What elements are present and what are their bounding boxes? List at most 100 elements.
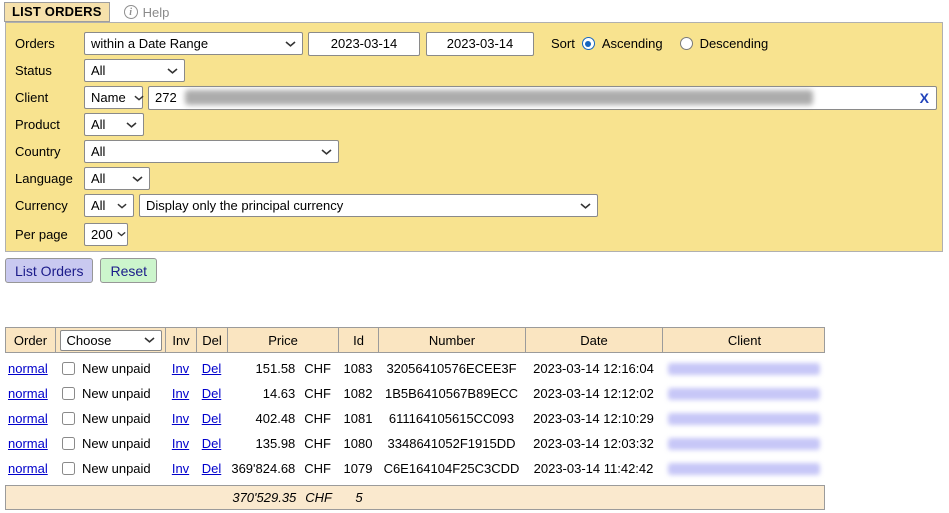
order-date: 2023-03-14 12:10:29 bbox=[533, 411, 654, 426]
row-checkbox[interactable] bbox=[62, 387, 75, 400]
chevron-down-icon bbox=[580, 203, 591, 209]
sort-descending-radio[interactable] bbox=[680, 37, 693, 50]
sort-descending-label[interactable]: Descending bbox=[700, 36, 769, 51]
bulk-action-select[interactable]: Choose bbox=[60, 330, 162, 351]
clear-client-button[interactable]: X bbox=[920, 90, 929, 106]
header-inv: Inv bbox=[166, 328, 197, 352]
client-search-input[interactable]: 272 X bbox=[148, 86, 937, 110]
date-to-input[interactable]: 2023-03-14 bbox=[426, 32, 534, 56]
chevron-down-icon bbox=[132, 176, 143, 182]
sort-ascending-radio[interactable] bbox=[582, 37, 595, 50]
client-link-redacted[interactable] bbox=[668, 463, 820, 475]
delivery-link[interactable]: Del bbox=[202, 461, 222, 476]
order-link[interactable]: normal bbox=[8, 386, 48, 401]
status-select[interactable]: All bbox=[84, 59, 185, 82]
sort-ascending-label[interactable]: Ascending bbox=[602, 36, 663, 51]
table-row: normal New unpaid Inv Del 135.98 CHF 1080… bbox=[5, 431, 825, 456]
order-date: 2023-03-14 11:42:42 bbox=[534, 461, 654, 476]
filter-row-orders: Orders within a Date Range 2023-03-14 20… bbox=[11, 30, 942, 57]
chevron-down-icon bbox=[117, 203, 127, 209]
order-link[interactable]: normal bbox=[8, 461, 48, 476]
invoice-link[interactable]: Inv bbox=[172, 461, 189, 476]
client-link-redacted[interactable] bbox=[668, 413, 820, 425]
filter-row-status: Status All bbox=[11, 57, 942, 84]
order-status: New unpaid bbox=[82, 386, 151, 401]
table-body: normal New unpaid Inv Del 151.58CHF 1083… bbox=[5, 356, 825, 481]
table-row: normal New unpaid Inv Del 151.58CHF 1083… bbox=[5, 356, 825, 381]
client-label: Client bbox=[11, 90, 84, 105]
client-mode-select[interactable]: Name bbox=[84, 86, 143, 109]
header-choose-cell: Choose bbox=[56, 328, 166, 352]
delivery-link[interactable]: Del bbox=[202, 386, 222, 401]
invoice-link[interactable]: Inv bbox=[172, 361, 189, 376]
order-id: 1080 bbox=[344, 436, 373, 451]
language-select[interactable]: All bbox=[84, 167, 150, 190]
order-number: 32056410576ECEE3F bbox=[386, 361, 516, 376]
filter-row-country: Country All bbox=[11, 138, 942, 165]
delivery-link[interactable]: Del bbox=[202, 436, 222, 451]
list-orders-button[interactable]: List Orders bbox=[5, 258, 93, 283]
order-link[interactable]: normal bbox=[8, 436, 48, 451]
info-icon: i bbox=[124, 5, 138, 19]
row-checkbox[interactable] bbox=[62, 362, 75, 375]
filter-row-client: Client Name 272 X bbox=[11, 84, 942, 111]
client-link-redacted[interactable] bbox=[668, 363, 820, 375]
delivery-link[interactable]: Del bbox=[202, 411, 222, 426]
order-id: 1079 bbox=[344, 461, 373, 476]
currency-select[interactable]: All bbox=[84, 194, 134, 217]
tab-list-orders[interactable]: LIST ORDERS bbox=[4, 2, 110, 22]
row-checkbox[interactable] bbox=[62, 437, 75, 450]
filter-row-language: Language All bbox=[11, 165, 942, 192]
chevron-down-icon bbox=[321, 149, 332, 155]
order-currency: CHF bbox=[304, 411, 331, 426]
order-date: 2023-03-14 12:12:02 bbox=[533, 386, 654, 401]
row-checkbox[interactable] bbox=[62, 412, 75, 425]
currency-label: Currency bbox=[11, 198, 84, 213]
client-link-redacted[interactable] bbox=[668, 438, 820, 450]
invoice-link[interactable]: Inv bbox=[172, 411, 189, 426]
order-currency: CHF bbox=[304, 436, 331, 451]
redacted-client-text bbox=[185, 90, 813, 105]
order-currency: CHF bbox=[304, 461, 331, 476]
chevron-down-icon bbox=[126, 122, 137, 128]
per-page-label: Per page bbox=[11, 227, 84, 242]
orders-range-select[interactable]: within a Date Range bbox=[84, 32, 303, 55]
orders-count: 5 bbox=[355, 490, 362, 505]
order-link[interactable]: normal bbox=[8, 411, 48, 426]
date-from-input[interactable]: 2023-03-14 bbox=[308, 32, 420, 56]
order-price: 135.98 bbox=[256, 436, 296, 451]
order-link[interactable]: normal bbox=[8, 361, 48, 376]
orders-label: Orders bbox=[11, 36, 84, 51]
reset-button[interactable]: Reset bbox=[100, 258, 157, 283]
total-price: 370'529.35 bbox=[232, 490, 296, 505]
order-date: 2023-03-14 12:03:32 bbox=[533, 436, 654, 451]
order-price: 151.58 bbox=[256, 361, 296, 376]
sort-group: Sort Ascending Descending bbox=[551, 36, 778, 51]
chevron-down-icon bbox=[117, 231, 126, 237]
invoice-link[interactable]: Inv bbox=[172, 436, 189, 451]
filter-row-product: Product All bbox=[11, 111, 942, 138]
order-currency: CHF bbox=[304, 386, 331, 401]
table-row: normal New unpaid Inv Del 402.48 CHF 1081… bbox=[5, 406, 825, 431]
order-number: C6E164104F25C3CDD bbox=[384, 461, 520, 476]
order-price: 402.48 bbox=[256, 411, 296, 426]
row-checkbox[interactable] bbox=[62, 462, 75, 475]
status-label: Status bbox=[11, 63, 84, 78]
invoice-link[interactable]: Inv bbox=[172, 386, 189, 401]
order-number: 611164105615CC093 bbox=[389, 411, 514, 426]
header-date: Date bbox=[526, 328, 663, 352]
currency-display-select[interactable]: Display only the principal currency bbox=[139, 194, 598, 217]
country-label: Country bbox=[11, 144, 84, 159]
topbar: LIST ORDERS i Help bbox=[4, 2, 169, 22]
order-status: New unpaid bbox=[82, 436, 151, 451]
sort-label: Sort bbox=[551, 36, 575, 51]
header-number: Number bbox=[379, 328, 526, 352]
product-select[interactable]: All bbox=[84, 113, 144, 136]
delivery-link[interactable]: Del bbox=[202, 361, 222, 376]
help-link[interactable]: i Help bbox=[124, 5, 170, 20]
order-id: 1081 bbox=[344, 411, 373, 426]
per-page-select[interactable]: 200 bbox=[84, 223, 128, 246]
order-status: New unpaid bbox=[82, 411, 151, 426]
country-select[interactable]: All bbox=[84, 140, 339, 163]
client-link-redacted[interactable] bbox=[668, 388, 820, 400]
